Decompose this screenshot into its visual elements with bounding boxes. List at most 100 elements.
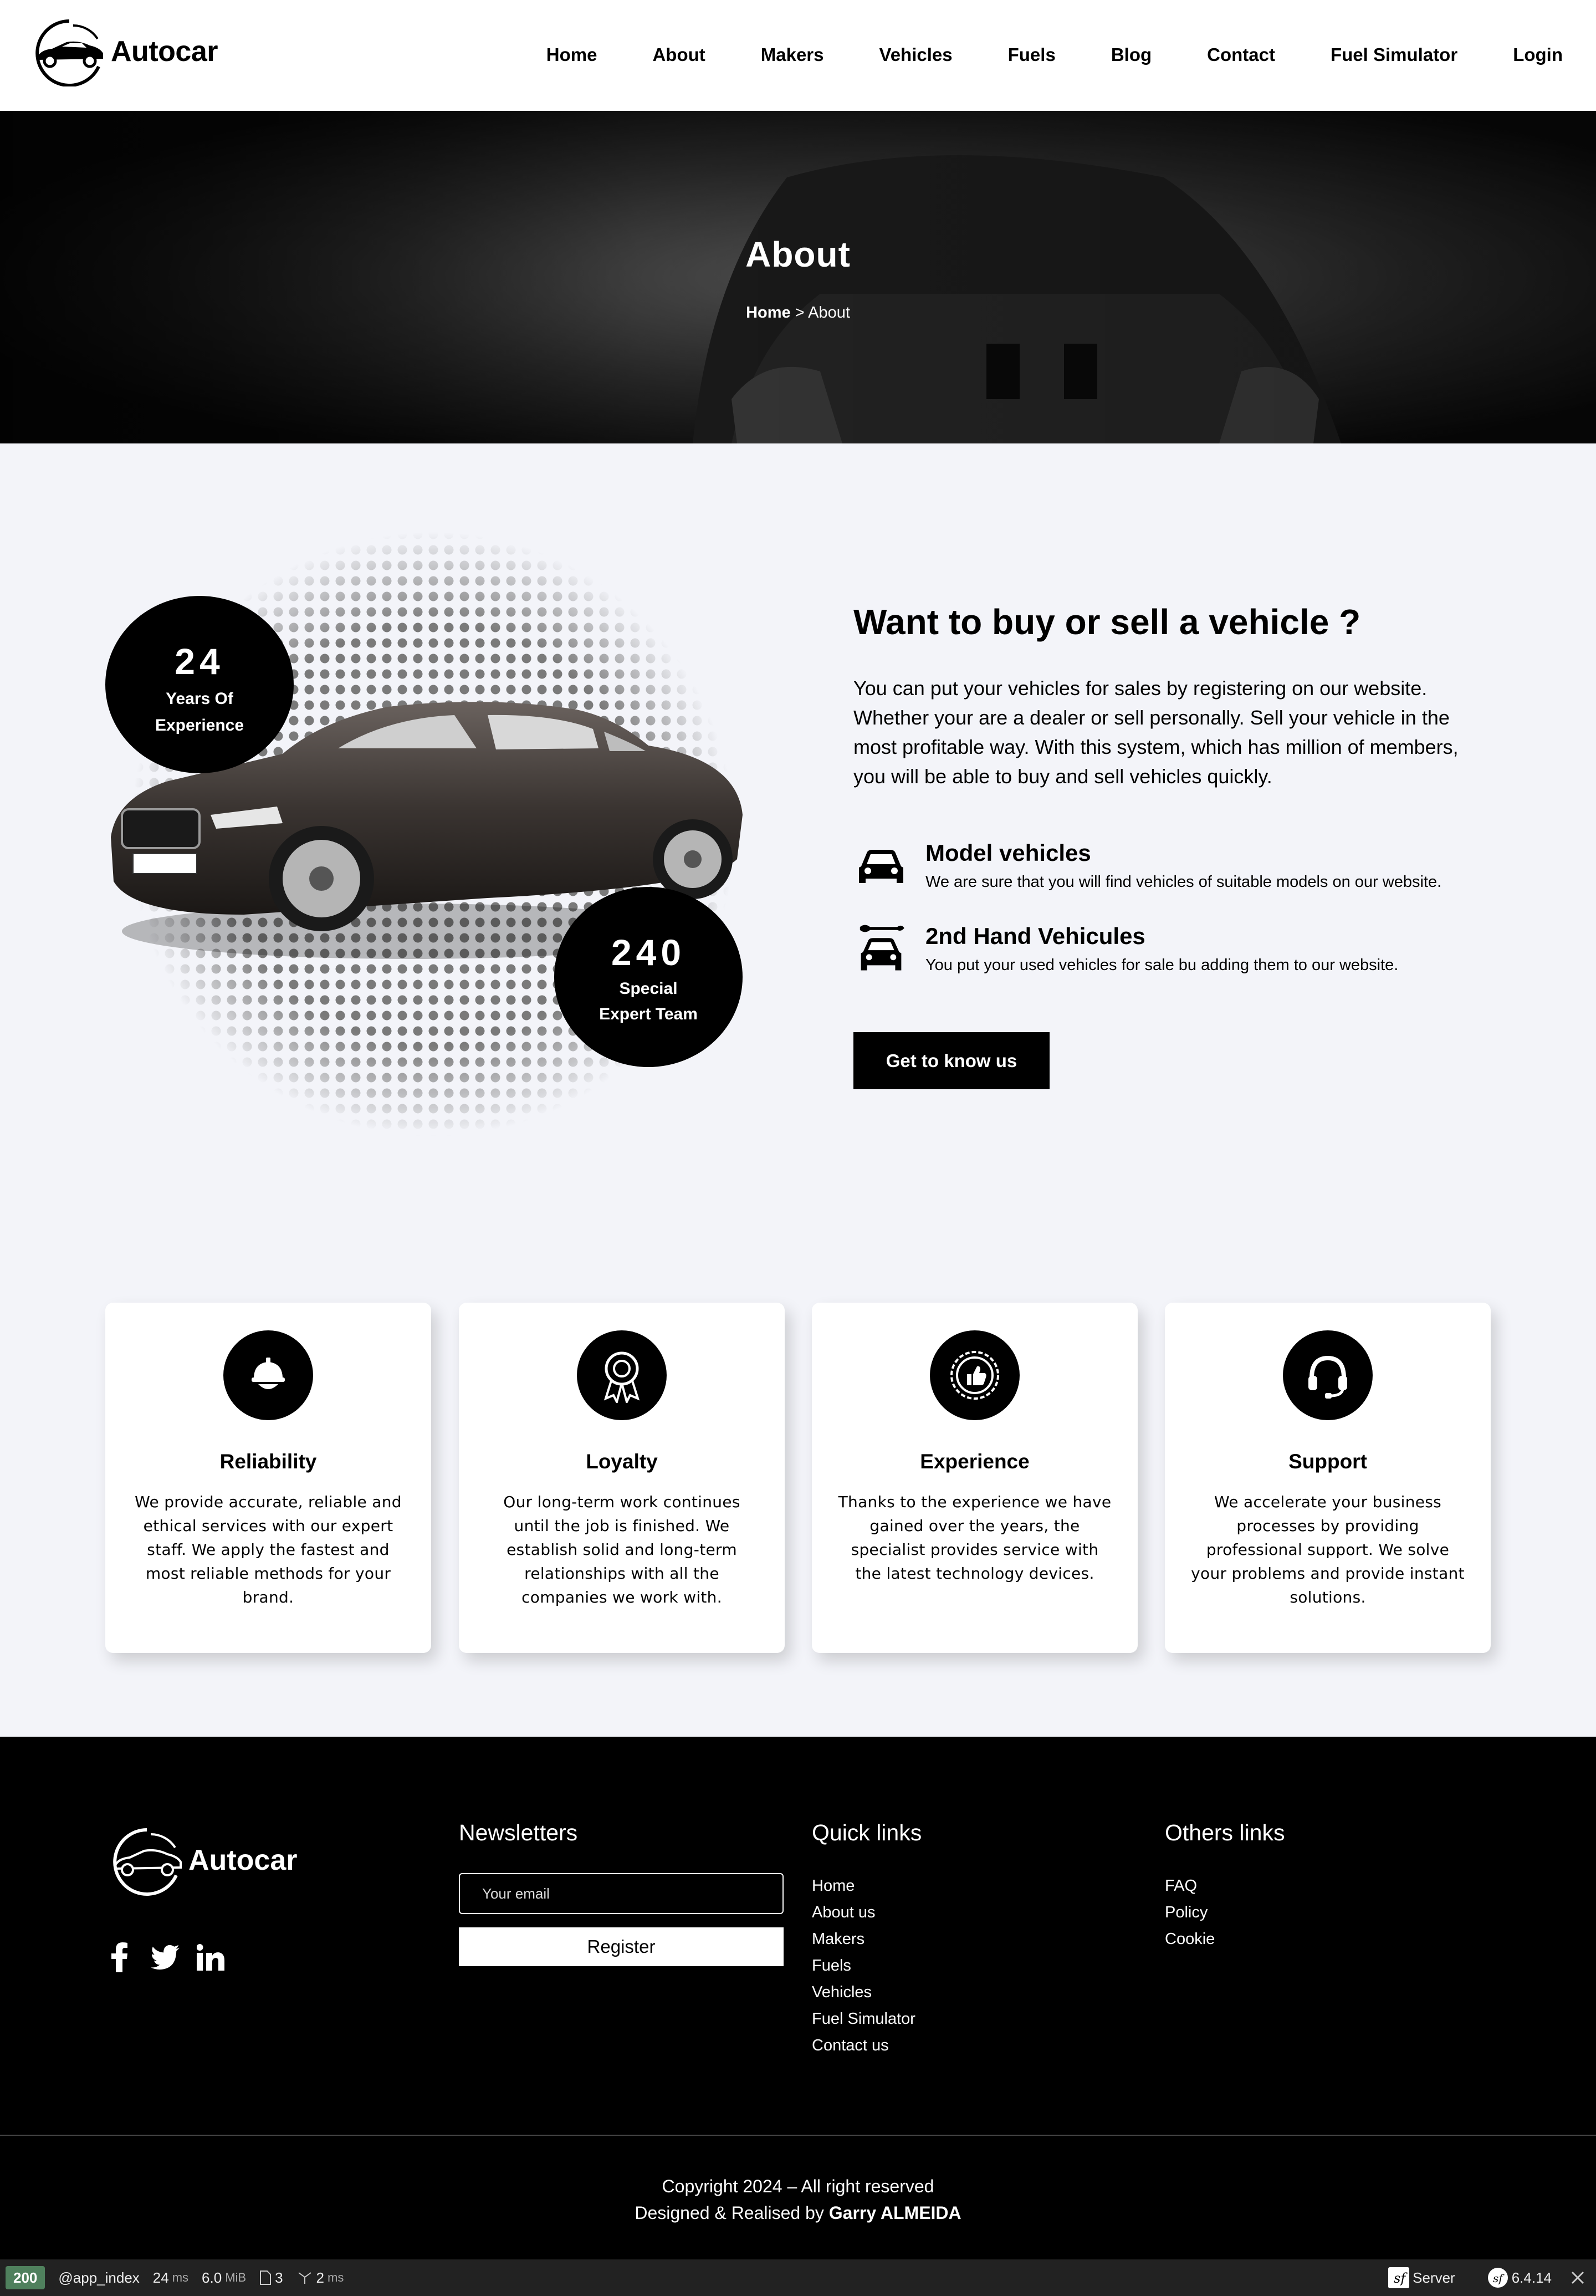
get-to-know-us-button[interactable]: Get to know us [853, 1032, 1050, 1089]
nav-fuel-simulator[interactable]: Fuel Simulator [1331, 44, 1457, 65]
footer-logo[interactable]: Autocar [105, 1824, 297, 1896]
award-icon [577, 1330, 667, 1420]
footer-link-faq[interactable]: FAQ [1165, 1877, 1197, 1895]
social-links [105, 1942, 225, 1973]
footer-link-makers[interactable]: Makers [812, 1930, 864, 1948]
newsletter-email-input[interactable] [459, 1873, 784, 1914]
car-logo-icon [35, 19, 103, 86]
copyright-text: Copyright 2024 – All right reserved [662, 2176, 934, 2196]
symfony-version[interactable]: sf 6.4.14 [1487, 2267, 1552, 2288]
route-name[interactable]: @app_index [58, 2269, 139, 2287]
footer-link-about-us[interactable]: About us [812, 1904, 875, 1921]
site-header: Autocar Home About Makers Vehicles Fuels… [0, 0, 1596, 111]
cache-time-unit: ms [328, 2271, 344, 2284]
experience-stat: 24 Years Of Experience [105, 596, 294, 773]
footer-divider [0, 2135, 1596, 2136]
card-title: Reliability [219, 1450, 317, 1473]
memory-value: 6.0 [202, 2269, 222, 2286]
debug-toolbar: 200 @app_index 24 ms 6.0 MiB 3 2 ms sf Serv… [0, 2259, 1596, 2296]
card-text: We provide accurate, reliable and ethica… [135, 1493, 402, 1606]
team-stat: 240 Special Expert Team [554, 887, 743, 1067]
nav-vehicles[interactable]: Vehicles [879, 44, 953, 65]
footer-link-cookie[interactable]: Cookie [1165, 1930, 1215, 1948]
card-loyalty: Loyalty Our long-term work continues unt… [459, 1303, 785, 1653]
memory-unit: MiB [225, 2271, 247, 2284]
card-title: Experience [920, 1450, 1030, 1473]
card-text: Thanks to the experience we have gained … [838, 1493, 1112, 1583]
hero-banner: About Home > About [0, 111, 1596, 443]
newsletter-heading: Newsletters [459, 1820, 578, 1845]
card-title: Loyalty [586, 1450, 658, 1473]
stat-years-label-1: Years Of [166, 690, 233, 708]
footer-link-home[interactable]: Home [812, 1877, 855, 1895]
branch-icon [298, 2272, 311, 2284]
file-count[interactable]: 3 [259, 2269, 283, 2287]
file-count-value: 3 [275, 2269, 283, 2286]
breadcrumb-home[interactable]: Home [746, 304, 791, 322]
nav-makers[interactable]: Makers [761, 44, 824, 65]
breadcrumb-current: About [808, 304, 850, 322]
car-logo-icon [113, 1828, 182, 1896]
breadcrumb: Home > About [0, 304, 1596, 322]
designer-credit: Designed & Realised by Garry ALMEIDA [0, 2200, 1596, 2226]
nav-login[interactable]: Login [1513, 44, 1563, 65]
facebook-icon[interactable] [105, 1942, 134, 1973]
newsletter-register-button[interactable]: Register [459, 1927, 784, 1966]
footer-brand-name: Autocar [188, 1844, 298, 1876]
cache-time-value: 2 [316, 2269, 325, 2286]
twitter-icon[interactable] [151, 1942, 180, 1973]
footer-link-fuels[interactable]: Fuels [812, 1957, 851, 1974]
designer-name: Garry ALMEIDA [828, 2203, 961, 2223]
nav-blog[interactable]: Blog [1111, 44, 1152, 65]
version-value: 6.4.14 [1511, 2269, 1552, 2286]
card-title: Support [1288, 1450, 1367, 1473]
toolbar-right: sf Server sf 6.4.14 [1375, 2259, 1585, 2296]
request-time[interactable]: 24 ms [153, 2269, 188, 2287]
server-info[interactable]: sf Server [1388, 2267, 1455, 2288]
nav-about[interactable]: About [652, 44, 705, 65]
copyright: Copyright 2024 – All right reserved Desi… [0, 2173, 1596, 2226]
feature-title: Model vehicles [925, 840, 1091, 866]
card-text: We accelerate your business processes by… [1191, 1493, 1465, 1606]
quick-links-heading: Quick links [812, 1820, 922, 1845]
stat-team-number: 240 [611, 932, 686, 973]
memory-usage[interactable]: 6.0 MiB [202, 2269, 246, 2287]
page-title: About [745, 234, 851, 274]
about-heading: Want to buy or sell a vehicle ? [853, 602, 1361, 642]
others-links-heading: Others links [1165, 1820, 1285, 1845]
close-icon[interactable] [1571, 2271, 1585, 2285]
card-reliability: Reliability We provide accurate, reliabl… [105, 1303, 431, 1653]
brand-name: Autocar [111, 35, 218, 68]
designer-prefix: Designed & Realised by [635, 2203, 824, 2223]
footer-link-fuel-simulator[interactable]: Fuel Simulator [812, 2010, 915, 2028]
stat-years-number: 24 [175, 641, 224, 682]
headset-icon [1283, 1330, 1373, 1420]
nav-home[interactable]: Home [546, 44, 597, 65]
card-text: Our long-term work continues until the j… [503, 1493, 740, 1606]
linkedin-icon[interactable] [196, 1942, 225, 1973]
others-links-list: FAQ Policy Cookie [1165, 1872, 1215, 1952]
request-time-unit: ms [172, 2271, 189, 2284]
card-experience: Experience Thanks to the experience we h… [812, 1303, 1138, 1653]
stat-team-label-1: Special [619, 979, 678, 998]
nav-contact[interactable]: Contact [1207, 44, 1275, 65]
car-icon [859, 850, 903, 883]
server-label: Server [1413, 2269, 1455, 2286]
nav-fuels[interactable]: Fuels [1008, 44, 1056, 65]
stat-team-label-2: Expert Team [599, 1005, 698, 1023]
footer-link-vehicles[interactable]: Vehicles [812, 1983, 872, 2001]
symfony-logo-icon: sf [1487, 2268, 1508, 2288]
site-footer: Autocar Newsletters Register Quick links… [0, 1737, 1596, 2259]
hero-background-image [0, 111, 1596, 443]
stat-years-label-2: Experience [155, 716, 244, 734]
footer-link-policy[interactable]: Policy [1165, 1904, 1208, 1921]
helmet-icon [223, 1330, 313, 1420]
cache-time[interactable]: 2 ms [296, 2269, 344, 2287]
brand-logo[interactable]: Autocar [28, 17, 218, 86]
status-code-badge[interactable]: 200 [6, 2266, 45, 2289]
footer-link-contact-us[interactable]: Contact us [812, 2037, 889, 2054]
wrench-car-icon [860, 925, 904, 971]
feature-description: You put your used vehicles for sale bu a… [925, 956, 1399, 974]
main-nav: Home About Makers Vehicles Fuels Blog Co… [491, 44, 1563, 65]
feature-description: We are sure that you will find vehicles … [925, 873, 1442, 891]
